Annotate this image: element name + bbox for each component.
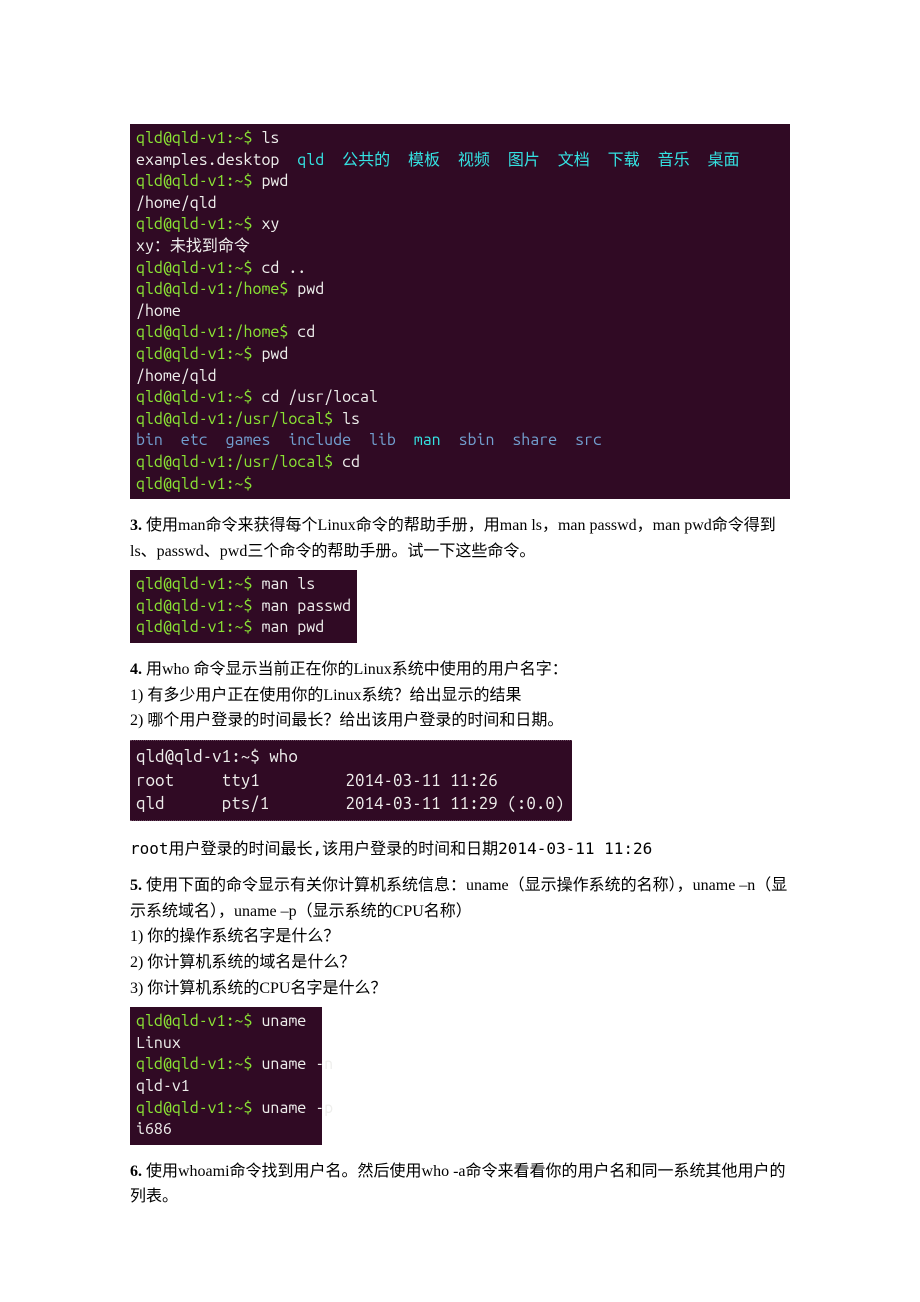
terminal-screenshot-1: qld@qld-v1:~$ ls examples.desktop qld 公共…	[130, 124, 790, 499]
prompt: qld@qld-v1:/usr/local$	[136, 410, 333, 428]
ls-dirs: sbin share	[441, 431, 575, 449]
cmd: pwd	[252, 172, 288, 190]
prompt: qld@qld-v1:~$	[136, 575, 252, 593]
terminal-screenshot-4: qld@qld-v1:~$ uname Linux qld@qld-v1:~$ …	[130, 1007, 322, 1145]
q4-line2: 1) 有多少用户正在使用你的Linux系统？给出显示的结果	[130, 687, 522, 704]
cmd: ls	[333, 410, 360, 428]
question-3: 3. 使用man命令来获得每个Linux命令的帮助手册，用man ls，man …	[130, 513, 790, 564]
output: /home/qld	[136, 367, 217, 385]
q5-line1: 使用下面的命令显示有关你计算机系统信息：uname（显示操作系统的名称），una…	[130, 877, 787, 920]
cmd: uname	[252, 1012, 306, 1030]
prompt: qld@qld-v1:~$	[136, 215, 252, 233]
cmd: cd /usr/local	[252, 388, 377, 406]
cmd: man ls	[252, 575, 315, 593]
prompt: qld@qld-v1:~$	[136, 172, 252, 190]
cmd: cd	[333, 453, 360, 471]
prompt: qld@qld-v1:~$	[136, 747, 260, 766]
terminal-screenshot-2: qld@qld-v1:~$ man ls qld@qld-v1:~$ man p…	[130, 570, 357, 643]
cmd: who	[260, 747, 298, 766]
prompt: qld@qld-v1:/home$	[136, 280, 288, 298]
output: i686	[136, 1120, 172, 1138]
question-6: 6. 使用whoami命令找到用户名。然后使用who -a命令来看看你的用户名和…	[130, 1159, 790, 1210]
prompt: qld@qld-v1:~$	[136, 1055, 252, 1073]
output: Linux	[136, 1034, 181, 1052]
q5-line3: 2) 你计算机系统的域名是什么？	[130, 954, 355, 971]
output: /home/qld	[136, 194, 217, 212]
cmd: man pwd	[252, 618, 324, 636]
cmd: xy	[252, 215, 279, 233]
cmd: cd ..	[252, 259, 306, 277]
output: qld-v1	[136, 1077, 190, 1095]
q4-line1: 用who 命令显示当前正在你的Linux系统中使用的用户名字：	[146, 661, 568, 678]
question-number: 3.	[130, 517, 146, 534]
q6-body: 使用whoami命令找到用户名。然后使用who -a命令来看看你的用户名和同一系…	[130, 1163, 786, 1206]
terminal-screenshot-3: qld@qld-v1:~$ who root tty1 2014-03-11 1…	[130, 740, 572, 821]
question-number: 4.	[130, 661, 146, 678]
question-body: 使用man命令来获得每个Linux命令的帮助手册，用man ls，man pas…	[130, 517, 776, 560]
ls-dirs: qld 公共的 模板 视频 图片 文档 下载 音乐 桌面	[297, 151, 739, 169]
question-4: 4. 用who 命令显示当前正在你的Linux系统中使用的用户名字： 1) 有多…	[130, 657, 790, 734]
cmd: cd	[288, 323, 315, 341]
ls-dir: src	[575, 431, 602, 449]
answer-note-4: root用户登录的时间最长,该用户登录的时间和日期2014-03-11 11:2…	[130, 835, 790, 859]
document-page: qld@qld-v1:~$ ls examples.desktop qld 公共…	[0, 0, 920, 1276]
ls-file: examples.desktop	[136, 151, 297, 169]
ls-link: man	[414, 431, 441, 449]
prompt: qld@qld-v1:~$	[136, 388, 252, 406]
prompt: qld@qld-v1:~$	[136, 597, 252, 615]
q4-line3: 2) 哪个用户登录的时间最长？给出该用户登录的时间和日期。	[130, 712, 563, 729]
prompt: qld@qld-v1:~$	[136, 618, 252, 636]
prompt: qld@qld-v1:~$	[136, 129, 252, 147]
cmd: pwd	[252, 345, 288, 363]
question-number: 5.	[130, 877, 146, 894]
prompt: qld@qld-v1:/home$	[136, 323, 288, 341]
question-5: 5. 使用下面的命令显示有关你计算机系统信息：uname（显示操作系统的名称），…	[130, 873, 790, 1001]
ls-dirs: bin etc games include lib	[136, 431, 414, 449]
cmd: ls	[252, 129, 279, 147]
cmd: man passwd	[252, 597, 351, 615]
prompt: qld@qld-v1:/usr/local$	[136, 453, 333, 471]
question-number: 6.	[130, 1163, 146, 1180]
prompt: qld@qld-v1:~$	[136, 259, 252, 277]
cmd: uname -p	[252, 1099, 333, 1117]
cmd: pwd	[288, 280, 324, 298]
who-row-2: qld pts/1 2014-03-11 11:29 (:0.0)	[136, 794, 564, 813]
prompt: qld@qld-v1:~$	[136, 1099, 252, 1117]
prompt: qld@qld-v1:~$	[136, 1012, 252, 1030]
output: xy：未找到命令	[136, 237, 250, 255]
prompt: qld@qld-v1:~$	[136, 345, 252, 363]
q5-line4: 3) 你计算机系统的CPU名字是什么？	[130, 980, 386, 997]
prompt: qld@qld-v1:~$	[136, 475, 252, 493]
who-row-1: root tty1 2014-03-11 11:26	[136, 771, 498, 790]
q5-line2: 1) 你的操作系统名字是什么？	[130, 928, 339, 945]
output: /home	[136, 302, 181, 320]
cmd: uname -n	[252, 1055, 333, 1073]
